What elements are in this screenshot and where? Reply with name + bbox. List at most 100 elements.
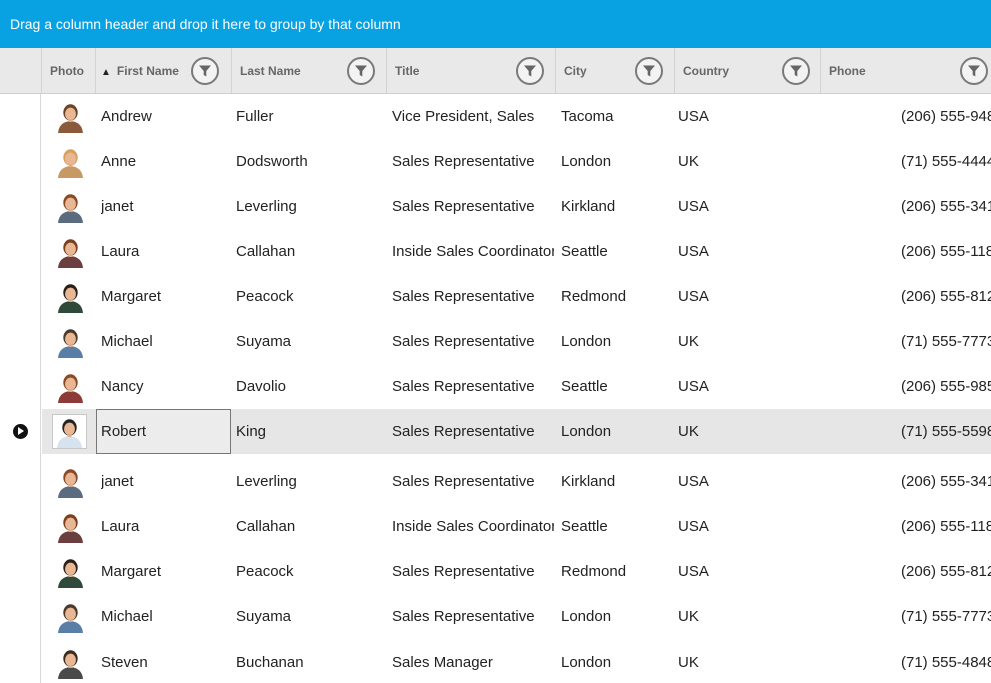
table-row[interactable]: janet Leverling Sales Representative Kirkla… xyxy=(0,459,991,504)
cell-first-name[interactable]: Margaret xyxy=(101,549,229,594)
cell-first-name[interactable]: janet xyxy=(101,184,229,229)
cell-phone[interactable]: (206) 555-118 xyxy=(901,229,991,274)
cell-phone[interactable]: (206) 555-985 xyxy=(901,364,991,409)
table-row[interactable]: Steven Buchanan Sales Manager London UK (71) … xyxy=(0,640,991,683)
cell-country[interactable]: USA xyxy=(678,274,818,319)
column-header-first-name[interactable]: ▲ First Name xyxy=(95,48,232,93)
cell-city[interactable]: London xyxy=(561,594,671,639)
cell-phone[interactable]: (206) 555-948 xyxy=(901,94,991,139)
cell-last-name[interactable]: Fuller xyxy=(236,94,384,139)
table-row[interactable]: Robert King Sales Representative London UK (7… xyxy=(0,409,991,454)
cell-last-name[interactable]: Suyama xyxy=(236,594,384,639)
cell-title[interactable]: Sales Representative xyxy=(392,319,554,364)
column-header-phone[interactable]: Phone xyxy=(820,48,991,93)
cell-phone[interactable]: (206) 555-118 xyxy=(901,504,991,549)
cell-title[interactable]: Sales Representative xyxy=(392,274,554,319)
cell-phone[interactable]: (71) 555-4848 xyxy=(901,640,991,683)
cell-country[interactable]: USA xyxy=(678,364,818,409)
cell-country[interactable]: USA xyxy=(678,184,818,229)
cell-city[interactable]: Kirkland xyxy=(561,184,671,229)
cell-country[interactable]: UK xyxy=(678,409,818,454)
filter-icon[interactable] xyxy=(782,57,810,85)
cell-first-name[interactable]: Michael xyxy=(101,319,229,364)
cell-country[interactable]: USA xyxy=(678,229,818,274)
cell-last-name[interactable]: Dodsworth xyxy=(236,139,384,184)
cell-city[interactable]: London xyxy=(561,319,671,364)
cell-country[interactable]: UK xyxy=(678,640,818,683)
cell-last-name[interactable]: Davolio xyxy=(236,364,384,409)
cell-title[interactable]: Sales Representative xyxy=(392,459,554,504)
cell-city[interactable]: Seattle xyxy=(561,229,671,274)
table-row[interactable]: Michael Suyama Sales Representative London U… xyxy=(0,319,991,364)
cell-city[interactable]: Seattle xyxy=(561,364,671,409)
cell-last-name[interactable]: Callahan xyxy=(236,229,384,274)
table-row[interactable]: Laura Callahan Inside Sales Coordinator Sea… xyxy=(0,229,991,274)
cell-country[interactable]: USA xyxy=(678,94,818,139)
cell-title[interactable]: Sales Representative xyxy=(392,594,554,639)
cell-title[interactable]: Sales Representative xyxy=(392,364,554,409)
cell-country[interactable]: UK xyxy=(678,594,818,639)
cell-city[interactable]: Tacoma xyxy=(561,94,671,139)
column-header-country[interactable]: Country xyxy=(674,48,821,93)
cell-title[interactable]: Sales Representative xyxy=(392,139,554,184)
cell-country[interactable]: USA xyxy=(678,549,818,594)
cell-last-name[interactable]: Leverling xyxy=(236,459,384,504)
cell-title[interactable]: Sales Representative xyxy=(392,549,554,594)
cell-first-name[interactable]: Anne xyxy=(101,139,229,184)
column-header-photo[interactable]: Photo xyxy=(41,48,96,93)
filter-icon[interactable] xyxy=(635,57,663,85)
column-header-title[interactable]: Title xyxy=(386,48,556,93)
cell-city[interactable]: London xyxy=(561,640,671,683)
cell-first-name[interactable]: Michael xyxy=(101,594,229,639)
cell-first-name[interactable]: Laura xyxy=(101,504,229,549)
filter-icon[interactable] xyxy=(516,57,544,85)
cell-phone[interactable]: (206) 555-341 xyxy=(901,459,991,504)
cell-title[interactable]: Vice President, Sales xyxy=(392,94,554,139)
table-row[interactable]: Nancy Davolio Sales Representative Seattle U… xyxy=(0,364,991,409)
cell-phone[interactable]: (71) 555-4444 xyxy=(901,139,991,184)
cell-first-name[interactable]: Andrew xyxy=(101,94,229,139)
cell-phone[interactable]: (71) 555-5598 xyxy=(901,409,991,454)
cell-first-name[interactable]: Nancy xyxy=(101,364,229,409)
cell-phone[interactable]: (71) 555-7773 xyxy=(901,319,991,364)
table-row[interactable]: Andrew Fuller Vice President, Sales Tacoma U… xyxy=(0,94,991,139)
cell-last-name[interactable]: Leverling xyxy=(236,184,384,229)
filter-icon[interactable] xyxy=(347,57,375,85)
column-header-last-name[interactable]: Last Name xyxy=(231,48,387,93)
table-row[interactable]: Laura Callahan Inside Sales Coordinator Sea… xyxy=(0,504,991,549)
cell-first-name[interactable]: Robert xyxy=(96,409,231,454)
filter-icon[interactable] xyxy=(191,57,219,85)
cell-city[interactable]: London xyxy=(561,409,671,454)
cell-city[interactable]: Kirkland xyxy=(561,459,671,504)
cell-last-name[interactable]: Peacock xyxy=(236,549,384,594)
table-row[interactable]: Margaret Peacock Sales Representative Redmo… xyxy=(0,274,991,319)
cell-phone[interactable]: (71) 555-7773 xyxy=(901,594,991,639)
cell-last-name[interactable]: Buchanan xyxy=(236,640,384,683)
cell-phone[interactable]: (206) 555-812 xyxy=(901,549,991,594)
table-row[interactable]: Margaret Peacock Sales Representative Redmo… xyxy=(0,549,991,594)
cell-title[interactable]: Sales Representative xyxy=(392,409,554,454)
cell-first-name[interactable]: Steven xyxy=(101,640,229,683)
cell-phone[interactable]: (206) 555-341 xyxy=(901,184,991,229)
cell-last-name[interactable]: Callahan xyxy=(236,504,384,549)
cell-first-name[interactable]: janet xyxy=(101,459,229,504)
cell-last-name[interactable]: Suyama xyxy=(236,319,384,364)
table-row[interactable]: Anne Dodsworth Sales Representative London U… xyxy=(0,139,991,184)
cell-title[interactable]: Sales Representative xyxy=(392,184,554,229)
cell-last-name[interactable]: King xyxy=(236,409,384,454)
cell-phone[interactable]: (206) 555-812 xyxy=(901,274,991,319)
cell-city[interactable]: Redmond xyxy=(561,274,671,319)
table-row[interactable]: Michael Suyama Sales Representative London U… xyxy=(0,594,991,639)
filter-icon[interactable] xyxy=(960,57,988,85)
cell-country[interactable]: UK xyxy=(678,319,818,364)
group-panel[interactable]: Drag a column header and drop it here to… xyxy=(0,0,991,48)
cell-country[interactable]: USA xyxy=(678,459,818,504)
cell-title[interactable]: Inside Sales Coordinator xyxy=(392,504,554,549)
cell-city[interactable]: Redmond xyxy=(561,549,671,594)
cell-title[interactable]: Inside Sales Coordinator xyxy=(392,229,554,274)
cell-city[interactable]: London xyxy=(561,139,671,184)
cell-first-name[interactable]: Margaret xyxy=(101,274,229,319)
cell-country[interactable]: USA xyxy=(678,504,818,549)
cell-last-name[interactable]: Peacock xyxy=(236,274,384,319)
cell-country[interactable]: UK xyxy=(678,139,818,184)
